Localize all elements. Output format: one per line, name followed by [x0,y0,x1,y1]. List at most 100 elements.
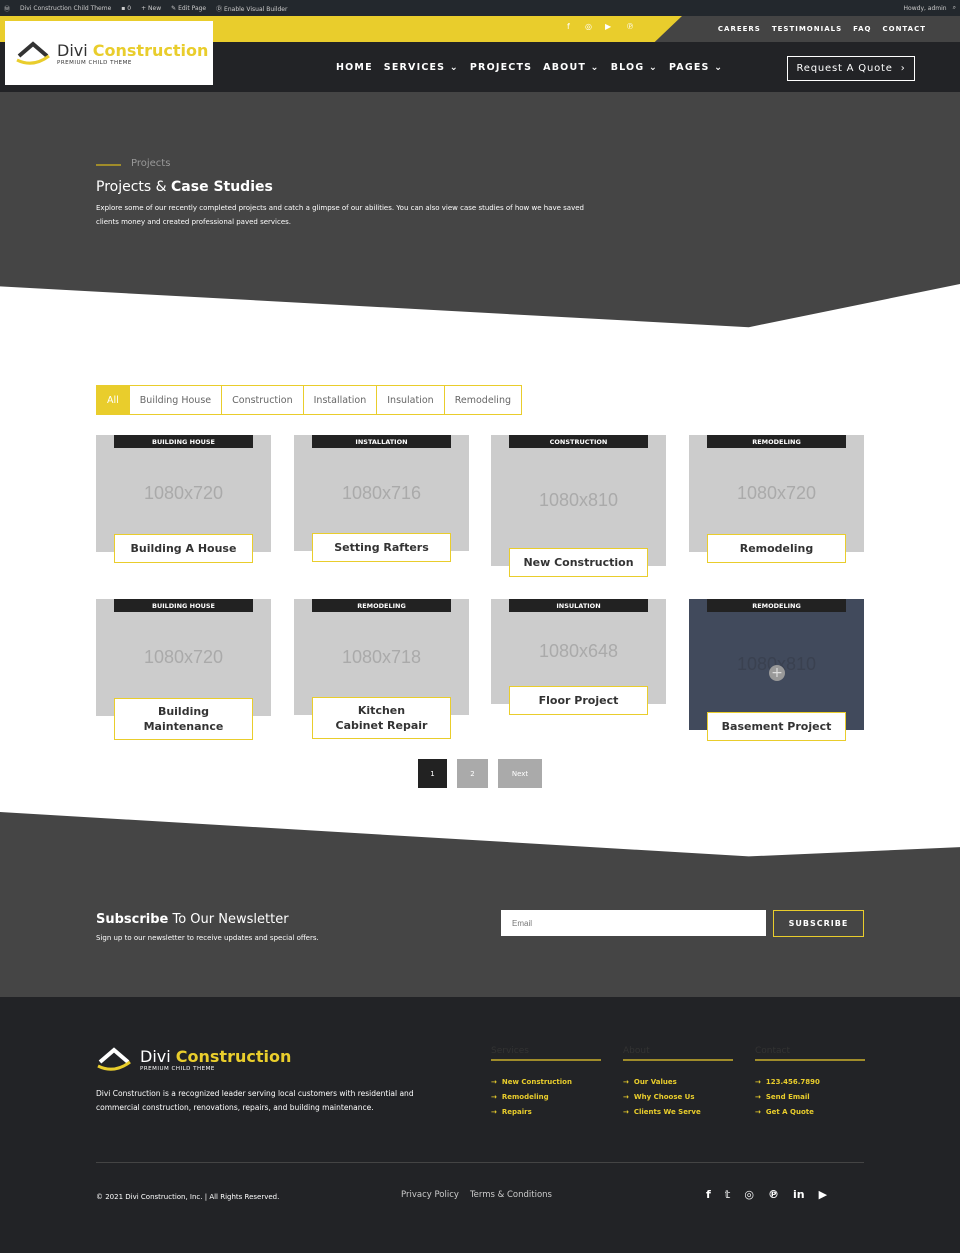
footer-link[interactable]: → Our Values [623,1078,733,1086]
newsletter-description: Sign up to our newsletter to receive upd… [96,934,319,942]
footer-link[interactable]: → Why Choose Us [623,1093,733,1101]
privacy-policy-link[interactable]: Privacy Policy [401,1190,459,1200]
nav-about[interactable]: ABOUT ⌄ [543,62,600,73]
admin-edit-link[interactable]: ✎ Edit Page [171,5,206,12]
youtube-icon[interactable]: ▶ [819,1188,827,1201]
footer-link-label: Our Values [633,1078,677,1086]
house-logo-icon [16,41,50,65]
project-card[interactable]: 1080x720 REMODELING Remodeling [689,435,864,563]
footer-description: Divi Construction is a recognized leader… [96,1089,414,1112]
footer-link[interactable]: → New Construction [491,1078,601,1086]
facebook-icon[interactable]: f [567,22,570,31]
howdy-link[interactable]: Howdy, admin [904,5,947,12]
toplink-careers[interactable]: CAREERS [718,25,761,33]
admin-site-link[interactable]: Divi Construction Child Theme [20,5,111,12]
linkedin-icon[interactable]: in [793,1188,805,1201]
wordpress-icon[interactable]: Ⓦ [4,4,10,13]
page-1-button[interactable]: 1 [418,759,447,788]
project-title[interactable]: Basement Project [707,712,846,741]
nav-services[interactable]: SERVICES ⌄ [384,62,459,73]
footer-link[interactable]: → Send Email [755,1093,865,1101]
request-quote-button[interactable]: Request A Quote › [787,56,915,81]
footer-links: Privacy Policy Terms & Conditions [401,1190,552,1200]
page-2-button[interactable]: 2 [457,759,488,788]
toplink-testimonials[interactable]: TESTIMONIALS [772,25,842,33]
crumb-divider [96,164,121,166]
nav-projects[interactable]: PROJECTS [470,62,532,73]
footer-link-label: Clients We Serve [633,1108,701,1116]
footer-link[interactable]: → Clients We Serve [623,1108,733,1116]
filter-all[interactable]: All [97,386,129,414]
footer-column-heading: Contact [755,1046,865,1061]
admin-new-link[interactable]: + New [141,5,161,12]
pinterest-icon[interactable]: ℗ [626,22,634,31]
logo-name-accent: Construction [92,40,209,60]
arrow-right-icon: → [491,1108,497,1116]
chevron-right-icon: › [900,63,906,74]
facebook-icon[interactable]: f [706,1188,711,1201]
toplink-faq[interactable]: FAQ [853,25,871,33]
filter-building-house[interactable]: Building House [128,386,222,414]
footer-link[interactable]: → Remodeling [491,1093,601,1101]
project-title[interactable]: Building A House [114,534,253,563]
nav-blog[interactable]: BLOG ⌄ [611,62,658,73]
instagram-icon[interactable]: ◎ [585,22,592,31]
project-title[interactable]: Building Maintenance [114,698,253,740]
project-card[interactable]: 1080x716 INSTALLATION Setting Rafters [294,435,469,562]
footer-link[interactable]: → 123.456.7890 [755,1078,865,1086]
nav-pages[interactable]: PAGES ⌄ [669,62,723,73]
project-card[interactable]: 1080x810 CONSTRUCTION New Construction [491,435,666,577]
admin-bar: Ⓦ Divi Construction Child Theme ▪ 0 + Ne… [0,0,960,16]
pinterest-icon[interactable]: ℗ [768,1188,779,1201]
project-title[interactable]: New Construction [509,548,648,577]
footer-link[interactable]: → Repairs [491,1108,601,1116]
zoom-plus-icon[interactable]: + [769,664,785,681]
arrow-right-icon: → [755,1108,761,1116]
footer-column-about: About → Our Values → Why Choose Us → Clients W… [623,1046,733,1116]
logo-tagline: PREMIUM CHILD THEME [140,1065,215,1072]
footer-link-label: Get A Quote [765,1108,814,1116]
project-category: REMODELING [707,435,846,448]
instagram-icon[interactable]: ◎ [744,1188,754,1201]
next-page-button[interactable]: Next [498,759,542,788]
project-card[interactable]: 1080x720 BUILDING HOUSE Building A House [96,435,271,563]
project-title[interactable]: Kitchen Cabinet Repair [312,697,451,739]
search-icon[interactable]: ⌕ [953,4,956,12]
top-links: CAREERS TESTIMONIALS FAQ CONTACT [718,25,926,33]
main-nav: HOME SERVICES ⌄ PROJECTS ABOUT ⌄ BLOG ⌄ … [336,62,723,73]
footer-link[interactable]: → Get A Quote [755,1108,865,1116]
project-card[interactable]: 1080x718 REMODELING Kitchen Cabinet Repa… [294,599,469,739]
arrow-right-icon: → [491,1078,497,1086]
project-card[interactable]: 1080x648 INSULATION Floor Project [491,599,666,715]
project-title[interactable]: Setting Rafters [312,533,451,562]
nav-home[interactable]: HOME [336,62,373,73]
filter-installation[interactable]: Installation [302,386,377,414]
filter-construction[interactable]: Construction [221,386,303,414]
project-image[interactable]: 1080x810 [491,435,666,566]
footer-link-label: Send Email [765,1093,810,1101]
title-regular: Projects & [96,179,172,195]
footer-logo[interactable]: Divi Construction PREMIUM CHILD THEME [96,1046,291,1072]
footer-column-contact: Contact → 123.456.7890 → Send Email → Get A Qu… [755,1046,865,1116]
admin-builder-link[interactable]: Ⓓ Enable Visual Builder [216,4,287,13]
project-category: CONSTRUCTION [509,435,648,448]
subscribe-button[interactable]: SUBSCRIBE [773,910,864,937]
project-card[interactable]: 1080x720 BUILDING HOUSE Building Mainten… [96,599,271,740]
arrow-right-icon: → [755,1078,761,1086]
logo[interactable]: Divi Construction PREMIUM CHILD THEME [5,21,213,85]
logo-name: Divi [140,1046,171,1066]
project-title[interactable]: Floor Project [509,686,648,715]
toplink-contact[interactable]: CONTACT [882,25,926,33]
project-card[interactable]: 1080x810 REMODELING + Basement Project [689,599,864,741]
filter-insulation[interactable]: Insulation [376,386,444,414]
email-input[interactable] [501,910,766,936]
project-title[interactable]: Remodeling [707,534,846,563]
twitter-icon[interactable]: 𝕥 [725,1188,731,1201]
project-category: REMODELING [312,599,451,612]
new-label: New [148,4,162,12]
filter-remodeling[interactable]: Remodeling [443,386,521,414]
admin-comments-link[interactable]: ▪ 0 [121,5,131,12]
youtube-icon[interactable]: ▶ [605,22,611,31]
logo-tagline: PREMIUM CHILD THEME [57,59,132,66]
terms-link[interactable]: Terms & Conditions [470,1190,552,1200]
